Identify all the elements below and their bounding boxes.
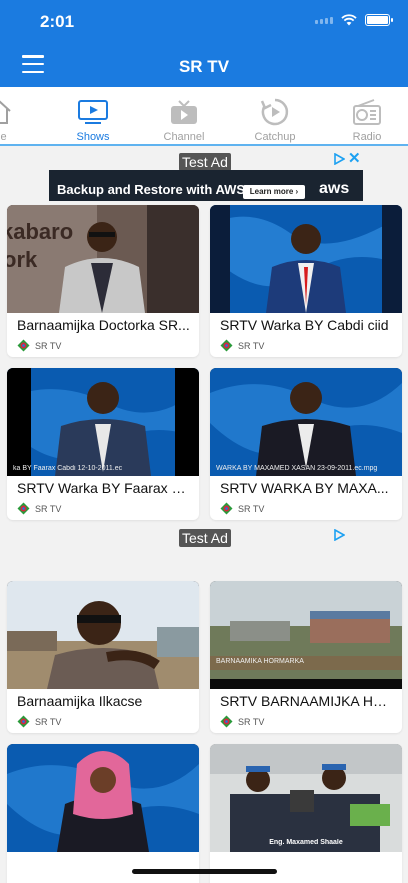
replay-icon: [260, 98, 289, 126]
shows-feed[interactable]: Test Ad ✕ Backup and Restore with AWS Le…: [0, 146, 408, 883]
show-title: Barnaamijka Ilkacse: [17, 693, 143, 709]
show-title: SRTV BARNAAMIJKA HO...: [220, 693, 394, 709]
show-card[interactable]: BARNAAMIKA HORMARKA SRTV BARNAAMIJKA HO.…: [210, 581, 402, 733]
show-card[interactable]: [7, 744, 199, 883]
ad-banner-text: Backup and Restore with AWS: [57, 182, 246, 197]
srtv-logo-icon: [17, 715, 30, 728]
channel-name: SR TV: [238, 716, 265, 727]
channel-row: SR TV: [17, 502, 61, 515]
channel-name: SR TV: [35, 340, 62, 351]
channel-row: SR TV: [17, 339, 61, 352]
channel-row: SR TV: [17, 715, 61, 728]
tab-shows[interactable]: Shows: [48, 87, 138, 144]
adchoices-icon[interactable]: [333, 529, 345, 541]
channel-row: SR TV: [220, 339, 264, 352]
video-caption: WARKA BY MAXAMED XASAN 23-09-2011.ec.mpg: [216, 465, 378, 472]
channel-row: SR TV: [220, 715, 264, 728]
show-thumbnail: [7, 744, 199, 852]
show-title: SRTV Warka BY Faarax C...: [17, 480, 191, 496]
show-thumbnail: WARKA BY MAXAMED XASAN 23-09-2011.ec.mpg: [210, 368, 402, 476]
show-card[interactable]: SRTV Warka BY Cabdi ciid SR TV: [210, 205, 402, 357]
srtv-logo-icon: [220, 502, 233, 515]
show-title: SRTV Warka BY Cabdi ciid: [220, 317, 389, 333]
status-icons: [315, 14, 393, 26]
ad-label: Test Ad: [179, 153, 231, 171]
close-icon[interactable]: ✕: [348, 151, 361, 166]
svg-text:kabaro: kabaro: [7, 219, 73, 244]
tab-catchup[interactable]: Catchup: [230, 87, 320, 144]
channel-row: SR TV: [220, 502, 264, 515]
show-card[interactable]: kabaro ork Barnaamijka Doctorka SR... SR…: [7, 205, 199, 357]
show-card[interactable]: ka BY Faarax Cabdi 12-10-2011.ec SRTV Wa…: [7, 368, 199, 520]
srtv-logo-icon: [220, 339, 233, 352]
ad-banner[interactable]: Test Ad ✕ Backup and Restore with AWS Le…: [0, 146, 408, 204]
channel-name: SR TV: [35, 503, 62, 514]
tab-label: Radio: [352, 131, 382, 143]
adchoices-icon[interactable]: [333, 153, 345, 165]
video-caption: Eng. Maxamed Shaale: [269, 839, 343, 846]
tv-play-icon: [78, 100, 108, 124]
show-card[interactable]: WARKA BY MAXAMED XASAN 23-09-2011.ec.mpg…: [210, 368, 402, 520]
show-thumbnail: ka BY Faarax Cabdi 12-10-2011.ec: [7, 368, 199, 476]
svg-text:ork: ork: [7, 247, 38, 272]
show-title: Barnaamijka Doctorka SR...: [17, 317, 190, 333]
tab-radio[interactable]: Radio: [322, 87, 408, 144]
tab-label: Channel: [163, 131, 205, 143]
signal-icon: [315, 16, 333, 24]
show-card[interactable]: Eng. Maxamed Shaale: [210, 744, 402, 883]
ad-learn-more-button[interactable]: Learn more ›: [243, 185, 305, 199]
status-time: 2:01: [40, 12, 75, 31]
channel-name: SR TV: [238, 503, 265, 514]
tv-icon: [171, 100, 197, 124]
app-title: SR TV: [178, 57, 230, 76]
wifi-icon: [341, 14, 357, 26]
video-caption: BARNAAMIKA HORMARKA: [216, 658, 304, 665]
video-caption: ka BY Faarax Cabdi 12-10-2011.ec: [13, 465, 123, 472]
srtv-logo-icon: [17, 339, 30, 352]
battery-icon: [365, 14, 393, 26]
app-header: 2:01 SR TV: [0, 0, 408, 87]
tab-label: Shows: [76, 131, 110, 143]
radio-icon: [353, 99, 381, 125]
show-thumbnail: [210, 205, 402, 313]
category-tabbar: me Shows Channel: [0, 87, 408, 146]
show-card[interactable]: Barnaamijka Ilkacse SR TV: [7, 581, 199, 733]
channel-name: SR TV: [238, 340, 265, 351]
srtv-logo-icon: [17, 502, 30, 515]
ad-banner[interactable]: Test Ad: [0, 526, 408, 576]
ad-label: Test Ad: [179, 529, 231, 547]
show-thumbnail: BARNAAMIKA HORMARKA: [210, 581, 402, 689]
ad-banner-image[interactable]: Backup and Restore with AWS Learn more ›…: [49, 170, 363, 201]
home-icon: [0, 100, 11, 124]
show-thumbnail: Eng. Maxamed Shaale: [210, 744, 402, 852]
tab-label: me: [0, 131, 7, 143]
home-indicator: [132, 869, 277, 874]
channel-name: SR TV: [35, 716, 62, 727]
tab-channel[interactable]: Channel: [139, 87, 229, 144]
show-thumbnail: kabaro ork: [7, 205, 199, 313]
tab-home[interactable]: me: [0, 87, 44, 144]
show-title: SRTV WARKA BY MAXA...: [220, 480, 389, 496]
tab-label: Catchup: [254, 131, 296, 143]
show-thumbnail: [7, 581, 199, 689]
aws-logo: aws: [319, 180, 350, 197]
srtv-logo-icon: [220, 715, 233, 728]
